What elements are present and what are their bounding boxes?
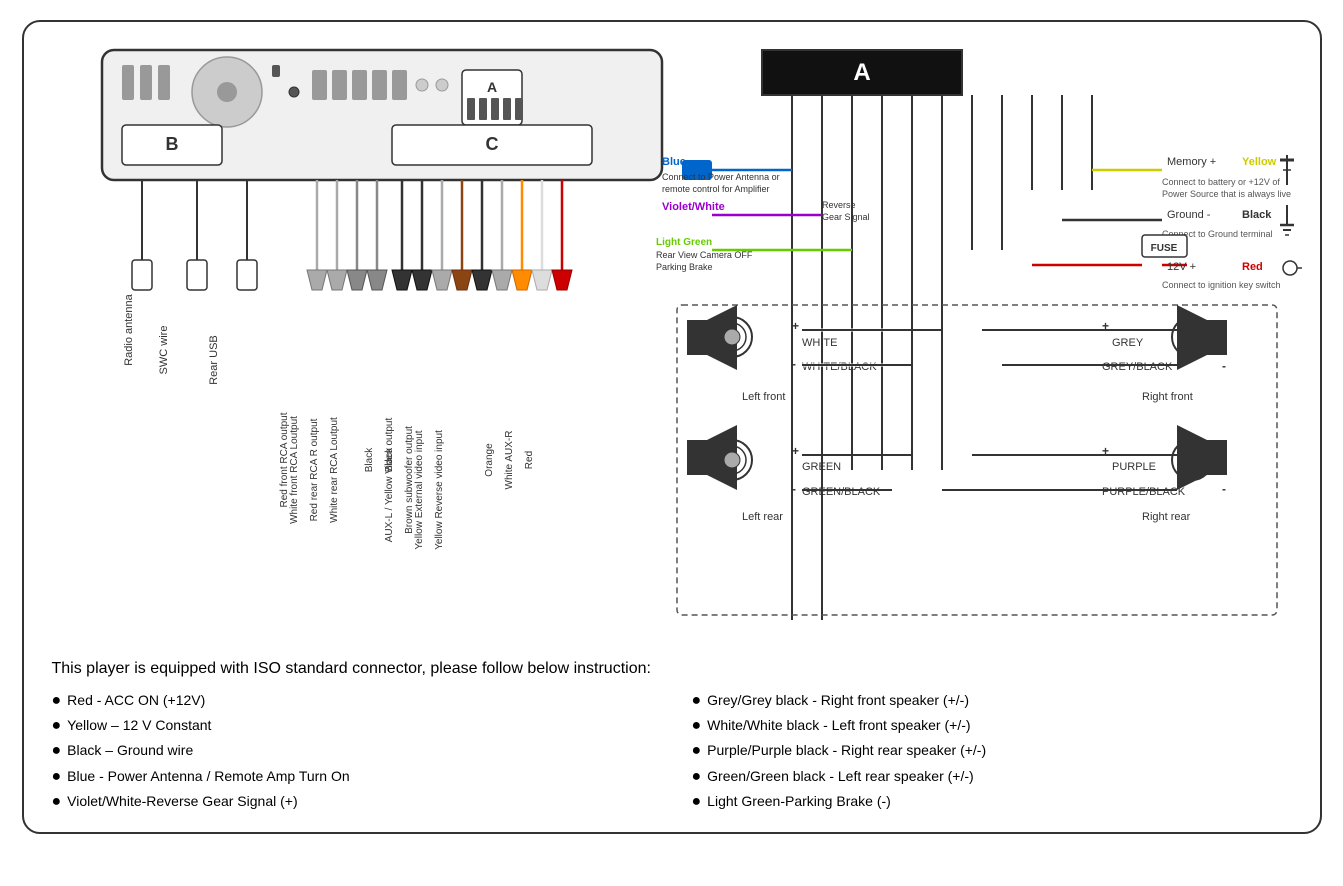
svg-text:Connect to ignition key switch: Connect to ignition key switch [1162,280,1281,290]
svg-text:PURPLE/BLACK: PURPLE/BLACK [1102,486,1186,498]
svg-text:AUX-L / Yellow Video output: AUX-L / Yellow Video output [384,418,395,543]
svg-text:GREEN: GREEN [802,461,841,473]
svg-text:-: - [792,357,796,371]
legend-section: This player is equipped with ISO standar… [42,660,1302,814]
bullet-icon: ● [692,693,702,709]
svg-text:GREY: GREY [1112,337,1144,349]
list-item: ● Purple/Purple black - Right rear speak… [692,738,1292,763]
list-item: ● Yellow – 12 V Constant [52,713,652,738]
svg-text:-: - [792,482,796,496]
list-item: ● Blue - Power Antenna / Remote Amp Turn… [52,764,652,789]
svg-text:Yellow: Yellow [1242,156,1277,168]
svg-text:FUSE: FUSE [1150,243,1177,254]
svg-text:Black: Black [1242,209,1272,221]
list-item: ● White/White black - Left front speaker… [692,713,1292,738]
svg-text:Rear USB: Rear USB [208,335,220,385]
svg-text:A: A [853,59,870,86]
svg-text:GREY/BLACK: GREY/BLACK [1102,361,1173,373]
svg-text:Violet/White: Violet/White [662,201,725,213]
bullet-icon: ● [692,718,702,734]
svg-text:Left rear: Left rear [742,511,783,523]
svg-text:Radio antenna: Radio antenna [123,293,135,365]
svg-text:+: + [792,319,799,333]
list-item: ● Red - ACC ON (+12V) [52,688,652,713]
list-item: ● Green/Green black - Left rear speaker … [692,764,1292,789]
svg-text:Right rear: Right rear [1142,511,1191,523]
svg-text:Orange: Orange [484,443,495,477]
svg-text:Blue: Blue [662,156,686,168]
svg-text:-: - [1222,482,1226,496]
svg-text:remote control for Amplifier: remote control for Amplifier [662,184,770,194]
wiring-diagram: B A C [42,40,1302,650]
svg-text:Red: Red [1242,261,1263,273]
svg-text:Right front: Right front [1142,391,1193,403]
svg-text:Power Source that is always li: Power Source that is always live [1162,189,1291,199]
svg-text:White rear RCA Loutput: White rear RCA Loutput [329,417,340,523]
svg-text:+: + [792,444,799,458]
svg-text:WHITE: WHITE [802,337,837,349]
svg-text:Gear Signal: Gear Signal [822,212,870,222]
bullet-icon: ● [52,743,62,759]
bullet-icon: ● [52,718,62,734]
svg-text:Connect to battery or +12V of: Connect to battery or +12V of [1162,177,1280,187]
svg-text:White front RCA Loutput: White front RCA Loutput [289,416,300,524]
legend-right-col: ● Grey/Grey black - Right front speaker … [692,688,1292,814]
svg-text:Yellow Reverse video input: Yellow Reverse video input [434,430,445,550]
svg-text:Red: Red [524,451,535,469]
legend-left-col: ● Red - ACC ON (+12V) ● Yellow – 12 V Co… [52,688,652,814]
svg-text:Left front: Left front [742,391,785,403]
bullet-icon: ● [692,794,702,810]
svg-text:Connect to Power Antenna or: Connect to Power Antenna or [662,172,780,182]
svg-text:SWC wire: SWC wire [158,326,170,375]
bullet-icon: ● [692,743,702,759]
svg-text:Memory +: Memory + [1167,156,1216,168]
svg-text:A: A [486,79,496,95]
bullet-icon: ● [52,693,62,709]
svg-text:PURPLE: PURPLE [1112,461,1156,473]
main-container: B A C [22,20,1322,834]
svg-text:12V +: 12V + [1167,261,1196,273]
legend-title: This player is equipped with ISO standar… [52,660,1292,678]
svg-text:Reverse: Reverse [822,200,856,210]
svg-text:B: B [165,134,178,154]
svg-text:Light Green: Light Green [656,237,712,248]
list-item: ● Violet/White-Reverse Gear Signal (+) [52,789,652,814]
list-item: ● Light Green-Parking Brake (-) [692,789,1292,814]
legend-columns: ● Red - ACC ON (+12V) ● Yellow – 12 V Co… [52,688,1292,814]
svg-text:-: - [1222,359,1226,373]
list-item: ● Black – Ground wire [52,738,652,763]
svg-text:Rear View Camera OFF: Rear View Camera OFF [656,250,753,260]
svg-text:White AUX-R: White AUX-R [504,431,515,490]
svg-text:C: C [485,134,498,154]
svg-text:Parking Brake: Parking Brake [656,262,713,272]
svg-text:Red rear RCA R output: Red rear RCA R output [309,418,320,521]
svg-text:Black: Black [364,447,375,472]
bullet-icon: ● [52,794,62,810]
svg-text:WHITE/BLACK: WHITE/BLACK [802,361,877,373]
svg-text:GREEN/BLACK: GREEN/BLACK [802,486,881,498]
bullet-icon: ● [52,769,62,785]
svg-text:Ground -: Ground - [1167,209,1211,221]
svg-text:Yellow External video input: Yellow External video input [414,430,425,549]
bullet-icon: ● [692,769,702,785]
list-item: ● Grey/Grey black - Right front speaker … [692,688,1292,713]
